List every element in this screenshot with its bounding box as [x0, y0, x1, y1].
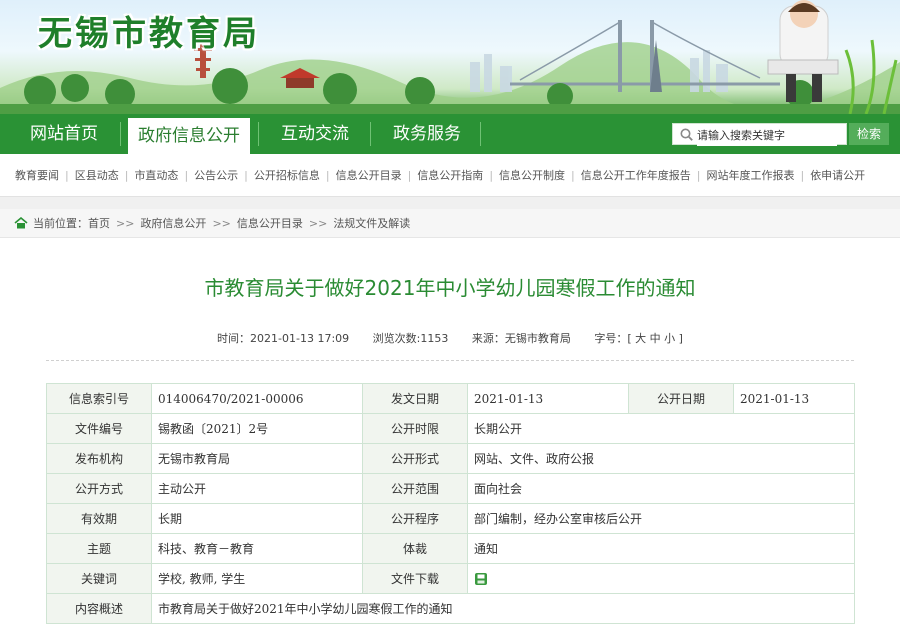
breadcrumb: 当前位置： 首页 >> 政府信息公开 >> 信息公开目录 >> 法规文件及解读 [0, 209, 900, 238]
nav-divider [258, 122, 259, 146]
procedure-label: 公开程序 [362, 503, 468, 534]
open-date-label: 公开日期 [628, 383, 734, 414]
open-mode-value: 主动公开 [151, 473, 363, 504]
article-meta: 时间：2021-01-13 17:09 浏览次数:1153 来源：无锡市教育局 … [0, 330, 900, 346]
search-icon [680, 128, 693, 141]
summary-label: 内容概述 [46, 593, 152, 624]
sub-nav: 教育要闻 | 区县动态 | 市直动态 | 公告公示 | 公开招标信息 | 信息公开目录 | … [0, 154, 900, 197]
subnav-item-annual-disclosure-report[interactable]: 信息公开工作年度报告 [581, 167, 691, 183]
font-size-medium[interactable]: 中 [650, 332, 661, 345]
nav-tab-gov-info-disclosure[interactable]: 政府信息公开 [128, 118, 250, 154]
table-row: 关键词 学校, 教师, 学生 文件下载 [46, 563, 855, 594]
font-size-control: 字号：[ 大 中 小 ] [594, 332, 683, 345]
procedure-value: 部门编制，经办公室审核后公开 [467, 503, 855, 534]
subnav-item-announcements[interactable]: 公告公示 [194, 167, 238, 183]
open-form-label: 公开形式 [362, 443, 468, 474]
article-source: 来源：无锡市教育局 [471, 332, 571, 345]
site-logo-title[interactable]: 无锡市教育局 [38, 6, 260, 55]
genre-value: 通知 [467, 533, 855, 564]
search-box [672, 123, 847, 146]
breadcrumb-gov-info[interactable]: 政府信息公开 [140, 215, 206, 231]
doc-number-value: 锡教函〔2021〕2号 [151, 413, 363, 444]
nav-tab-interaction[interactable]: 互动交流 [266, 114, 364, 154]
topic-value: 科技、教育－教育 [151, 533, 363, 564]
subnav-item-disclosure-guide[interactable]: 信息公开指南 [417, 167, 483, 183]
nav-divider [120, 122, 121, 146]
subnav-item-city-news[interactable]: 市直动态 [134, 167, 178, 183]
subnav-item-disclosure-catalog[interactable]: 信息公开目录 [336, 167, 402, 183]
index-no-value: 014006470/2021-00006 [151, 383, 363, 414]
validity-label: 有效期 [46, 503, 152, 534]
table-row: 文件编号 锡教函〔2021〕2号 公开时限 长期公开 [46, 413, 855, 444]
nav-tab-gov-services[interactable]: 政务服务 [378, 114, 476, 154]
main-nav: 网站首页 政府信息公开 互动交流 政务服务 检索 [0, 114, 900, 154]
search-input[interactable] [697, 125, 837, 146]
breadcrumb-separator: >> [212, 216, 231, 230]
document-info-table: 信息索引号 014006470/2021-00006 发文日期 2021-01-… [46, 383, 855, 624]
breadcrumb-home[interactable]: 首页 [88, 215, 110, 231]
open-date-value: 2021-01-13 [733, 383, 855, 414]
meta-divider [46, 360, 854, 361]
subnav-item-bidding-info[interactable]: 公开招标信息 [254, 167, 320, 183]
open-mode-label: 公开方式 [46, 473, 152, 504]
article-title: 市教育局关于做好2021年中小学幼儿园寒假工作的通知 [204, 276, 696, 300]
breadcrumb-regulations[interactable]: 法规文件及解读 [333, 215, 410, 231]
table-row: 信息索引号 014006470/2021-00006 发文日期 2021-01-… [46, 383, 855, 414]
breadcrumb-catalog[interactable]: 信息公开目录 [237, 215, 303, 231]
issue-date-label: 发文日期 [362, 383, 468, 414]
download-file-icon[interactable] [474, 572, 488, 586]
font-size-label: 字号：[ [594, 332, 632, 345]
nav-divider [370, 122, 371, 146]
table-row: 主题 科技、教育－教育 体裁 通知 [46, 533, 855, 564]
site-banner: 无锡市教育局 [0, 0, 900, 114]
breadcrumb-prefix: 当前位置： [33, 217, 88, 230]
publisher-label: 发布机构 [46, 443, 152, 474]
genre-label: 体裁 [362, 533, 468, 564]
open-period-value: 长期公开 [467, 413, 855, 444]
file-download-label: 文件下载 [362, 563, 468, 594]
nav-divider [480, 122, 481, 146]
summary-value: 市教育局关于做好2021年中小学幼儿园寒假工作的通知 [151, 593, 855, 624]
article-section: 市教育局关于做好2021年中小学幼儿园寒假工作的通知 时间：2021-01-13… [0, 238, 900, 642]
table-row: 内容概述 市教育局关于做好2021年中小学幼儿园寒假工作的通知 [46, 593, 855, 624]
search-button[interactable]: 检索 [849, 123, 889, 145]
doc-number-label: 文件编号 [46, 413, 152, 444]
subnav-item-request-disclosure[interactable]: 依申请公开 [810, 167, 865, 183]
section-gap [0, 197, 900, 209]
breadcrumb-separator: >> [116, 216, 135, 230]
subnav-item-district-news[interactable]: 区县动态 [75, 167, 119, 183]
breadcrumb-separator: >> [308, 216, 328, 230]
view-count: 浏览次数:1153 [372, 332, 449, 345]
topic-label: 主题 [46, 533, 152, 564]
issue-date-value: 2021-01-13 [467, 383, 629, 414]
font-size-small[interactable]: 小 [664, 332, 675, 345]
open-form-value: 网站、文件、政府公报 [467, 443, 855, 474]
open-period-label: 公开时限 [362, 413, 468, 444]
keywords-label: 关键词 [46, 563, 152, 594]
open-scope-value: 面向社会 [467, 473, 855, 504]
font-size-end: ] [678, 332, 683, 345]
nav-tab-home[interactable]: 网站首页 [16, 114, 112, 154]
file-download-cell [467, 563, 855, 594]
open-scope-label: 公开范围 [362, 473, 468, 504]
home-icon [14, 217, 28, 229]
publish-time: 时间：2021-01-13 17:09 [217, 332, 350, 345]
table-row: 有效期 长期 公开程序 部门编制，经办公室审核后公开 [46, 503, 855, 534]
subnav-item-education-news[interactable]: 教育要闻 [15, 167, 59, 183]
table-row: 公开方式 主动公开 公开范围 面向社会 [46, 473, 855, 504]
table-row: 发布机构 无锡市教育局 公开形式 网站、文件、政府公报 [46, 443, 855, 474]
publisher-value: 无锡市教育局 [151, 443, 363, 474]
subnav-item-annual-website-report[interactable]: 网站年度工作报表 [706, 167, 794, 183]
font-size-large[interactable]: 大 [635, 332, 646, 345]
validity-value: 长期 [151, 503, 363, 534]
index-no-label: 信息索引号 [46, 383, 152, 414]
subnav-item-disclosure-rules[interactable]: 信息公开制度 [499, 167, 565, 183]
keywords-value: 学校, 教师, 学生 [151, 563, 363, 594]
